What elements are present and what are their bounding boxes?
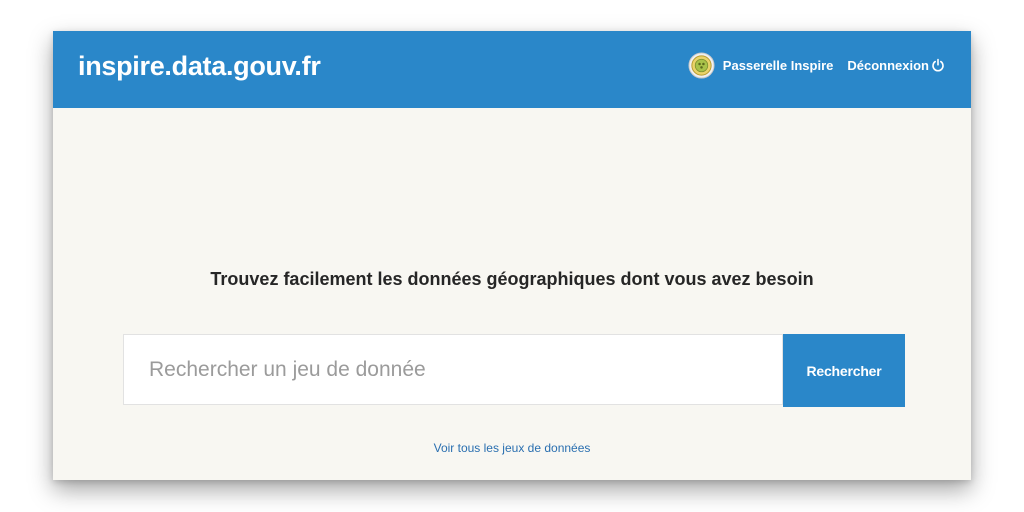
passerelle-inspire-link[interactable]: Passerelle Inspire xyxy=(688,51,834,79)
header-nav: Passerelle Inspire Déconnexion xyxy=(688,50,945,80)
search-button[interactable]: Rechercher xyxy=(783,334,905,407)
logout-link[interactable]: Déconnexion xyxy=(847,58,945,73)
browser-window: inspire.data.gouv.fr Passerelle Inspire … xyxy=(53,31,971,480)
main-content: Trouvez facilement les données géographi… xyxy=(53,108,971,480)
site-logo-link[interactable]: inspire.data.gouv.fr xyxy=(78,49,321,83)
power-icon xyxy=(932,58,944,72)
search-box[interactable] xyxy=(123,334,783,405)
inspire-emblem-icon xyxy=(688,51,715,79)
passerelle-inspire-label: Passerelle Inspire xyxy=(722,57,834,73)
site-header: inspire.data.gouv.fr Passerelle Inspire … xyxy=(53,31,971,108)
search-input[interactable] xyxy=(147,356,771,383)
all-datasets-link[interactable]: Voir tous les jeux de données xyxy=(53,440,971,456)
page-headline: Trouvez facilement les données géographi… xyxy=(210,269,814,289)
logout-label: Déconnexion xyxy=(847,57,929,73)
